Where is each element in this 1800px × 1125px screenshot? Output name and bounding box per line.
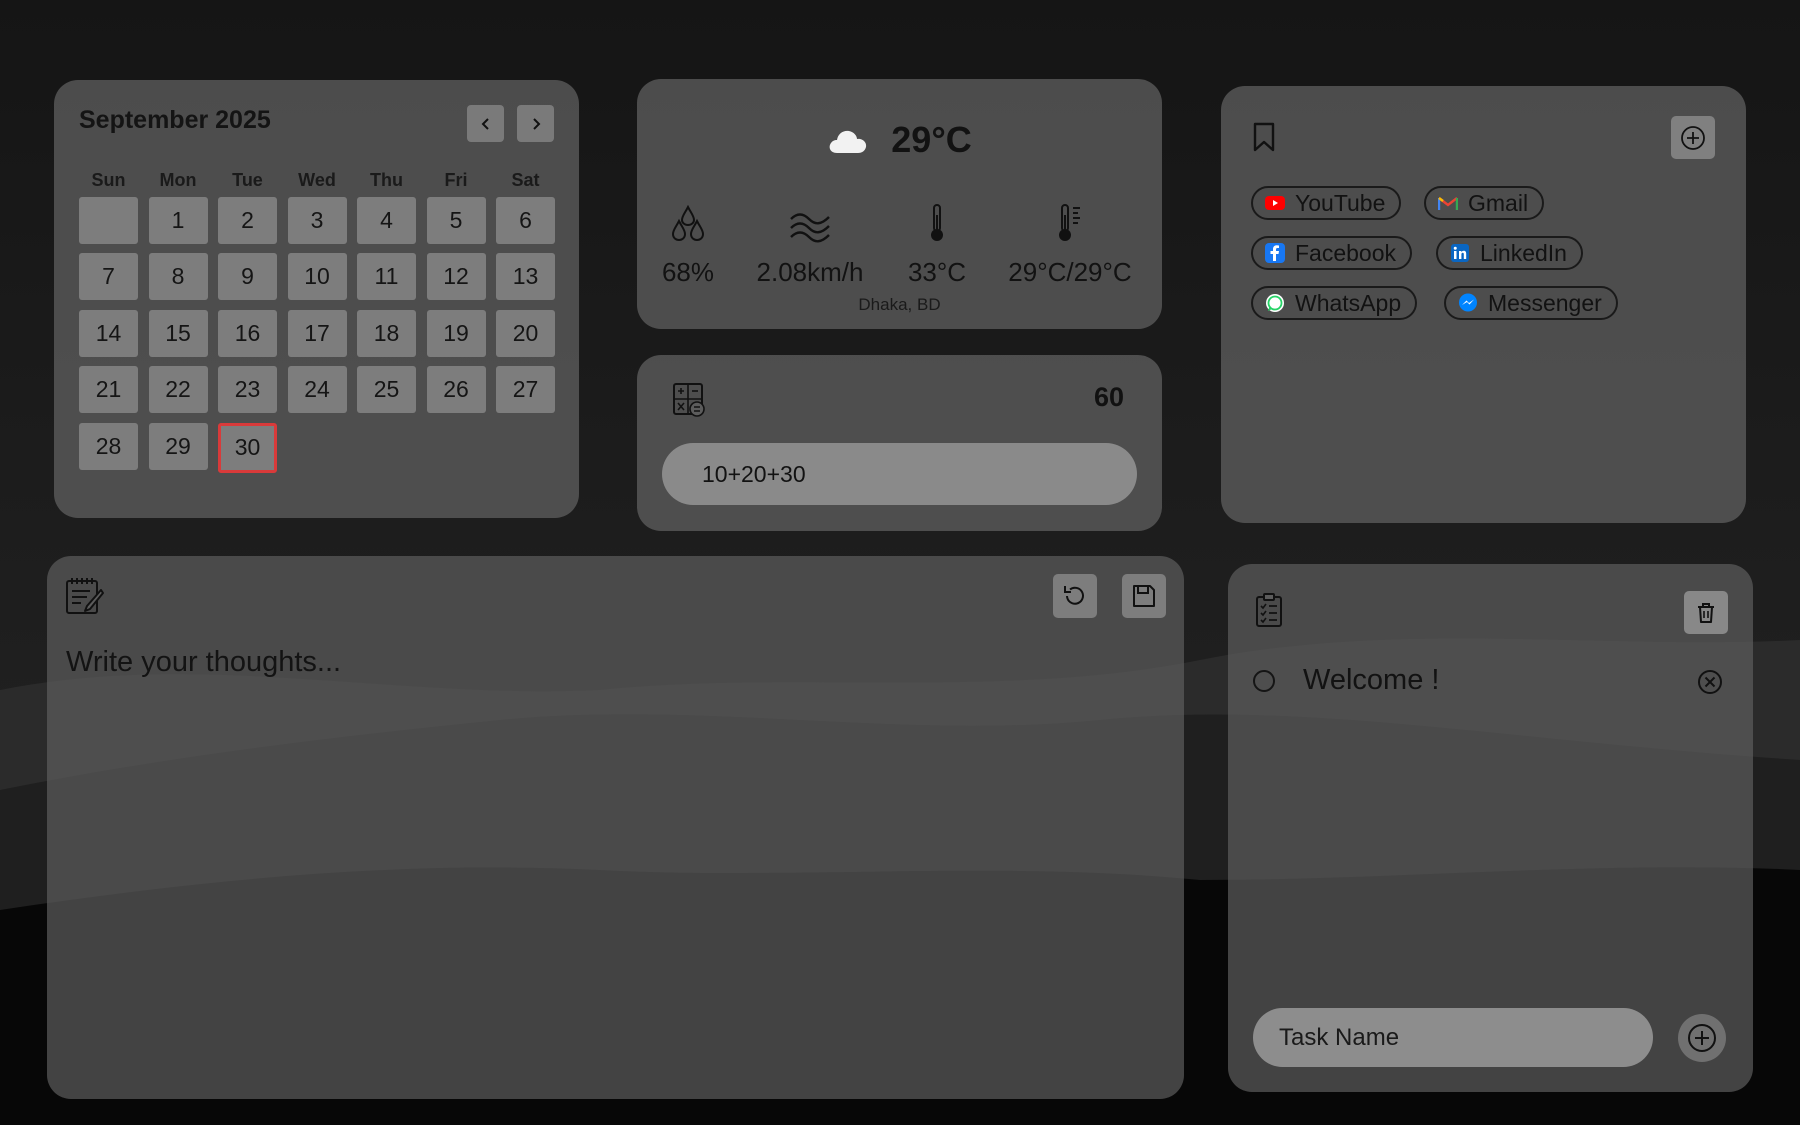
plus-circle-icon [1688,1024,1716,1052]
weekday-header: Fri [444,170,468,190]
calendar-day[interactable]: 22 [148,366,208,413]
weather-location: Dhaka, BD [858,295,941,314]
calculator-input[interactable]: 10+20+30 [662,443,1137,505]
bookmark-label: LinkedIn [1480,239,1567,266]
bookmark-messenger[interactable]: Messenger [1444,286,1618,320]
calendar-day[interactable]: 11 [357,253,416,300]
weather-widget: 29°C 68% 2.08km/h 33°C 29°C/29°C Dhaka, … [637,79,1162,329]
calendar-day[interactable]: 12 [426,253,486,300]
calendar-empty-cell [79,196,138,244]
task-checkbox[interactable] [1253,670,1275,692]
prev-month-button[interactable] [467,105,504,142]
wind-icon [790,213,830,243]
notes-widget: Write your thoughts... [47,556,1184,1099]
notes-textarea[interactable]: Write your thoughts... [66,646,341,679]
chevron-left-icon [481,117,489,130]
bookmark-linkedin[interactable]: LinkedIn [1436,236,1583,270]
bookmark-label: Messenger [1488,289,1602,316]
todo-item: Welcome ! [1253,660,1723,704]
calendar-day[interactable]: 13 [496,253,555,300]
calendar-day[interactable]: 29 [148,422,208,470]
save-icon [1133,585,1155,607]
bookmark-whatsapp[interactable]: WhatsApp [1251,286,1418,320]
clipboard-checklist-icon [1256,593,1282,627]
min-max-value: 29°C/29°C [1008,257,1132,287]
weekday-header: Thu [370,170,403,190]
calendar-day[interactable]: 15 [148,309,208,357]
calendar-day[interactable]: 18 [357,309,416,357]
gmail-icon [1438,193,1458,213]
trash-icon [1698,602,1714,623]
plus-circle-icon [1681,125,1705,150]
calendar-day[interactable]: 14 [79,309,138,357]
bookmark-label: WhatsApp [1295,289,1402,316]
facebook-icon [1265,243,1285,263]
calendar-day[interactable]: 19 [426,309,486,357]
refresh-icon [1064,586,1084,605]
calendar-day[interactable]: 3 [287,196,347,244]
thermometer-icon [931,204,943,241]
calendar-day[interactable]: 7 [79,253,138,300]
calendar-widget: September 2025 Sun Mon Tue Wed Thu Fri Sat 1 2 3 4… [54,80,579,518]
calendar-day[interactable]: 23 [218,366,277,413]
calculator-icon [673,383,705,417]
weekday-header: Mon [159,170,197,190]
bookmarks-widget: YouTube Gmail Facebook LinkedIn WhatsApp [1221,86,1746,523]
todo-widget: Welcome ! Task Name [1228,564,1753,1092]
add-task-button[interactable] [1678,1014,1726,1062]
bookmark-icon [1253,122,1275,152]
calendar-day[interactable]: 2 [218,196,277,244]
reset-notes-button[interactable] [1053,574,1097,618]
bookmark-facebook[interactable]: Facebook [1251,236,1413,270]
chevron-right-icon [532,117,540,130]
calendar-day[interactable]: 1 [148,196,208,244]
weekday-header: Tue [232,170,263,190]
messenger-icon [1458,293,1478,313]
youtube-icon [1265,193,1285,213]
save-notes-button[interactable] [1122,574,1166,618]
calendar-day[interactable]: 16 [218,309,277,357]
bookmark-youtube[interactable]: YouTube [1251,186,1402,220]
weekday-header: Wed [298,170,336,190]
next-month-button[interactable] [517,105,554,142]
weekday-header: Sun [91,170,126,190]
calendar-day[interactable]: 28 [79,422,138,470]
calendar-day[interactable]: 24 [287,366,347,413]
humidity-icon [671,205,705,242]
calendar-day[interactable]: 25 [357,366,416,413]
remove-task-icon[interactable] [1697,669,1723,695]
calendar-day[interactable]: 26 [426,366,486,413]
cloud-icon [829,130,867,153]
task-text: Welcome ! [1303,664,1440,696]
calendar-day[interactable]: 5 [426,196,486,244]
add-bookmark-button[interactable] [1671,116,1715,159]
weekday-header: Sat [511,170,540,190]
whatsapp-icon [1265,293,1285,313]
calculator-widget: 60 10+20+30 [637,355,1162,531]
calendar-day[interactable]: 10 [287,253,347,300]
calendar-day[interactable]: 6 [496,196,555,244]
calendar-day[interactable]: 20 [496,309,555,357]
bookmark-label: Facebook [1295,239,1397,266]
min-max-stat: 29°C/29°C [970,199,1170,288]
calendar-day-today[interactable]: 30 [218,422,277,473]
bookmark-label: Gmail [1468,189,1529,216]
calendar-day[interactable]: 17 [287,309,347,357]
bookmark-gmail[interactable]: Gmail [1424,186,1545,220]
calendar-day[interactable]: 4 [357,196,416,244]
calendar-title: September 2025 [79,106,271,134]
thermometer-range-icon [1059,204,1080,241]
calendar-day[interactable]: 9 [218,253,277,300]
bookmark-label: YouTube [1295,189,1386,216]
calendar-day[interactable]: 8 [148,253,208,300]
task-name-input[interactable]: Task Name [1253,1008,1653,1067]
calendar-day[interactable]: 21 [79,366,138,413]
notepad-icon [66,578,104,614]
weather-temperature: 29°C [891,119,972,160]
calendar-day[interactable]: 27 [496,366,555,413]
linkedin-icon [1450,243,1470,263]
calendar-grid: Sun Mon Tue Wed Thu Fri Sat 1 2 3 4 5 6 7 8 9 10 11 12 13 14… [79,170,555,473]
clear-tasks-button[interactable] [1684,591,1728,634]
calculator-result: 60 [1093,382,1124,412]
